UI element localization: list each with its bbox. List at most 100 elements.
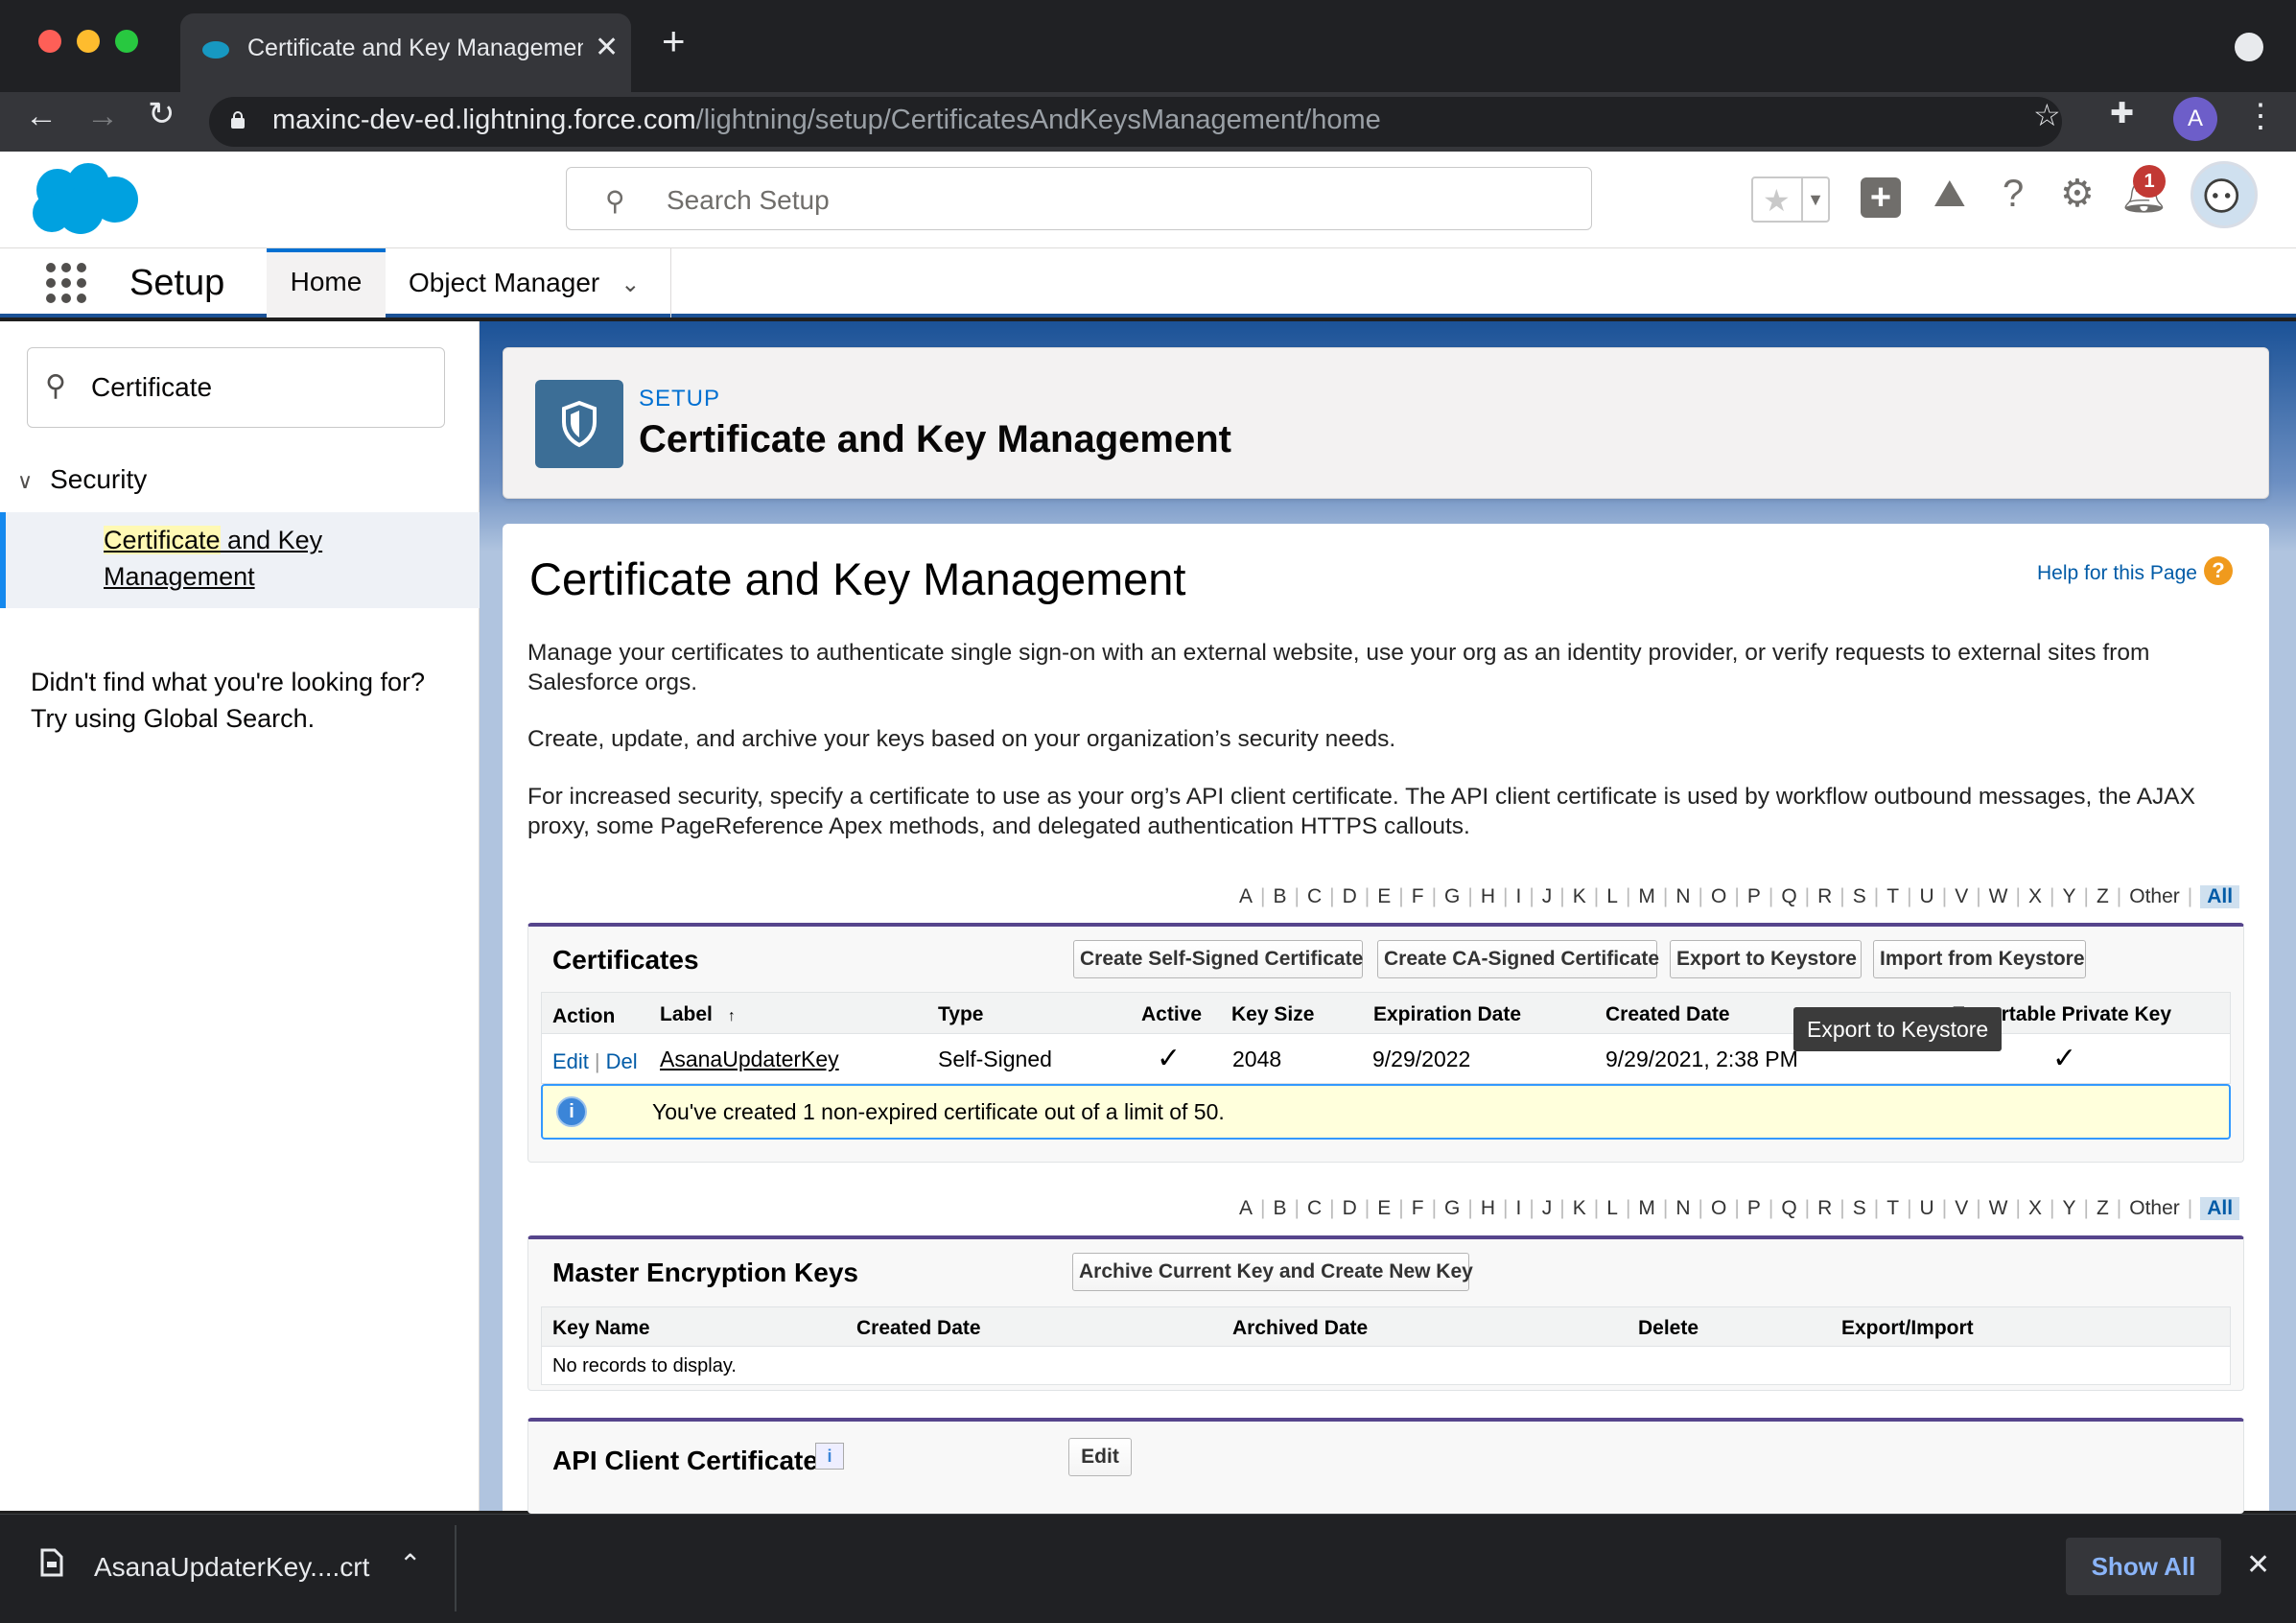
show-all-downloads-button[interactable]: Show All <box>2066 1538 2221 1595</box>
alpha-filter-p[interactable]: P <box>1747 1197 1761 1220</box>
gear-icon[interactable]: ⚙ <box>2060 175 2095 213</box>
alpha-filter-s[interactable]: S <box>1853 885 1866 908</box>
global-actions-icon[interactable]: + <box>1861 177 1901 218</box>
alpha-filter-k[interactable]: K <box>1573 885 1586 908</box>
tab-home[interactable]: Home <box>267 248 386 318</box>
alpha-filter-s[interactable]: S <box>1853 1197 1866 1220</box>
alpha-filter-all[interactable]: All <box>2200 1197 2240 1220</box>
help-link[interactable]: Help for this Page <box>2037 562 2197 585</box>
column-header[interactable]: Key Size <box>1231 1003 1314 1026</box>
alpha-filter-g[interactable]: G <box>1444 1197 1460 1220</box>
alpha-filter-p[interactable]: P <box>1747 885 1761 908</box>
new-tab-icon[interactable]: + <box>662 21 686 61</box>
browser-tab-active[interactable]: Certificate and Key Management ✕ <box>180 13 631 92</box>
tree-item-certificate-and-key-management[interactable]: Certificate and Key Management <box>0 512 480 608</box>
alpha-filter-z[interactable]: Z <box>2097 1197 2109 1220</box>
alpha-filter-z[interactable]: Z <box>2097 885 2109 908</box>
chevron-down-icon[interactable]: ⌄ <box>621 271 640 297</box>
quick-find-input[interactable]: ⚲ Certificate <box>27 347 445 428</box>
back-icon[interactable]: ← <box>25 100 58 132</box>
alpha-filter-c[interactable]: C <box>1307 885 1322 908</box>
alpha-filter-x[interactable]: X <box>2028 1197 2042 1220</box>
alpha-filter-v[interactable]: V <box>1955 1197 1968 1220</box>
salesforce-logo-icon[interactable] <box>29 163 142 240</box>
alpha-filter-l[interactable]: L <box>1606 885 1618 908</box>
forward-icon[interactable]: → <box>86 100 119 132</box>
alpha-filter-i[interactable]: I <box>1515 885 1521 908</box>
alpha-filter-w[interactable]: W <box>1989 885 2008 908</box>
import-from-keystore-button[interactable]: Import from Keystore <box>1873 940 2086 978</box>
alpha-filter-h[interactable]: H <box>1481 885 1495 908</box>
bookmark-star-icon[interactable]: ☆ <box>2033 100 2061 130</box>
alpha-filter-h[interactable]: H <box>1481 1197 1495 1220</box>
browser-menu-icon[interactable]: ⋮ <box>2244 100 2277 132</box>
tab-object-manager[interactable]: Object Manager ⌄ <box>387 248 671 318</box>
download-filename[interactable]: AsanaUpdaterKey....crt <box>94 1552 369 1583</box>
alpha-filter-a[interactable]: A <box>1239 885 1253 908</box>
help-icon[interactable]: ? <box>2204 556 2233 585</box>
alpha-filter-j[interactable]: J <box>1542 885 1553 908</box>
alpha-filter-j[interactable]: J <box>1542 1197 1553 1220</box>
alpha-filter-d[interactable]: D <box>1343 1197 1357 1220</box>
alpha-filter-r[interactable]: R <box>1817 885 1832 908</box>
extensions-icon[interactable]: ✚ <box>2110 100 2134 129</box>
alpha-filter-q[interactable]: Q <box>1781 885 1796 908</box>
column-header[interactable]: Expiration Date <box>1373 1003 1521 1026</box>
alpha-filter-g[interactable]: G <box>1444 885 1460 908</box>
reload-icon[interactable]: ↻ <box>148 98 176 130</box>
alpha-filter-m[interactable]: M <box>1638 1197 1655 1220</box>
close-window-icon[interactable] <box>38 30 61 53</box>
alpha-filter-v[interactable]: V <box>1955 885 1968 908</box>
edit-link[interactable]: Edit <box>552 1049 589 1073</box>
alpha-filter-other[interactable]: Other <box>2129 1197 2180 1220</box>
alpha-filter-y[interactable]: Y <box>2062 885 2075 908</box>
info-icon[interactable]: i <box>815 1443 844 1470</box>
create-ca-signed-certificate-button[interactable]: Create CA-Signed Certificate <box>1377 940 1659 978</box>
app-launcher-icon[interactable] <box>44 261 88 305</box>
alpha-filter-o[interactable]: O <box>1711 1197 1726 1220</box>
column-header-sorted[interactable]: Label ↑ <box>660 1003 736 1026</box>
alpha-filter-o[interactable]: O <box>1711 885 1726 908</box>
tab-search-icon[interactable] <box>2235 33 2263 61</box>
alpha-filter-l[interactable]: L <box>1606 1197 1618 1220</box>
minimize-window-icon[interactable] <box>77 30 100 53</box>
alpha-filter-u[interactable]: U <box>1920 1197 1934 1220</box>
alpha-filter-k[interactable]: K <box>1573 1197 1586 1220</box>
alpha-filter-b[interactable]: B <box>1273 1197 1286 1220</box>
tab-close-icon[interactable]: ✕ <box>595 31 619 64</box>
lock-icon[interactable] <box>230 111 246 129</box>
column-header[interactable]: Active <box>1141 1003 1202 1026</box>
alpha-filter-t[interactable]: T <box>1886 1197 1899 1220</box>
alpha-filter-other[interactable]: Other <box>2129 885 2180 908</box>
alpha-filter-m[interactable]: M <box>1638 885 1655 908</box>
certificate-label-link[interactable]: AsanaUpdaterKey <box>660 1047 839 1072</box>
trailhead-icon[interactable]: ⛰ <box>1933 175 1966 213</box>
alpha-filter-f[interactable]: F <box>1412 885 1424 908</box>
url-text[interactable]: maxinc-dev-ed.lightning.force.com/lightn… <box>272 100 1381 142</box>
help-icon[interactable]: ? <box>2003 175 2024 213</box>
edit-api-client-button[interactable]: Edit <box>1068 1438 1132 1476</box>
alpha-filter-i[interactable]: I <box>1515 1197 1521 1220</box>
alpha-filter-e[interactable]: E <box>1377 1197 1391 1220</box>
alpha-filter-u[interactable]: U <box>1920 885 1934 908</box>
alpha-filter-c[interactable]: C <box>1307 1197 1322 1220</box>
alpha-filter-n[interactable]: N <box>1675 1197 1690 1220</box>
tree-group-security[interactable]: ∨ Security <box>17 464 147 495</box>
chevron-up-icon[interactable]: ⌃ <box>399 1548 421 1580</box>
user-avatar[interactable] <box>2191 161 2258 228</box>
favorites-button[interactable]: ★ ▼ <box>1751 176 1830 223</box>
alpha-filter-e[interactable]: E <box>1377 885 1391 908</box>
alpha-filter-y[interactable]: Y <box>2062 1197 2075 1220</box>
profile-avatar[interactable]: A <box>2173 97 2217 141</box>
delete-link[interactable]: Del <box>606 1049 638 1073</box>
column-header[interactable]: Created Date <box>1605 1003 1730 1026</box>
alpha-filter-q[interactable]: Q <box>1781 1197 1796 1220</box>
alpha-filter-r[interactable]: R <box>1817 1197 1832 1220</box>
maximize-window-icon[interactable] <box>115 30 138 53</box>
create-self-signed-certificate-button[interactable]: Create Self-Signed Certificate <box>1073 940 1363 978</box>
archive-and-create-key-button[interactable]: Archive Current Key and Create New Key <box>1072 1253 1473 1291</box>
setup-search-input[interactable]: ⚲ Search Setup <box>566 167 1592 230</box>
alpha-filter-w[interactable]: W <box>1989 1197 2008 1220</box>
export-to-keystore-button[interactable]: Export to Keystore <box>1670 940 1862 978</box>
alpha-filter-x[interactable]: X <box>2028 885 2042 908</box>
